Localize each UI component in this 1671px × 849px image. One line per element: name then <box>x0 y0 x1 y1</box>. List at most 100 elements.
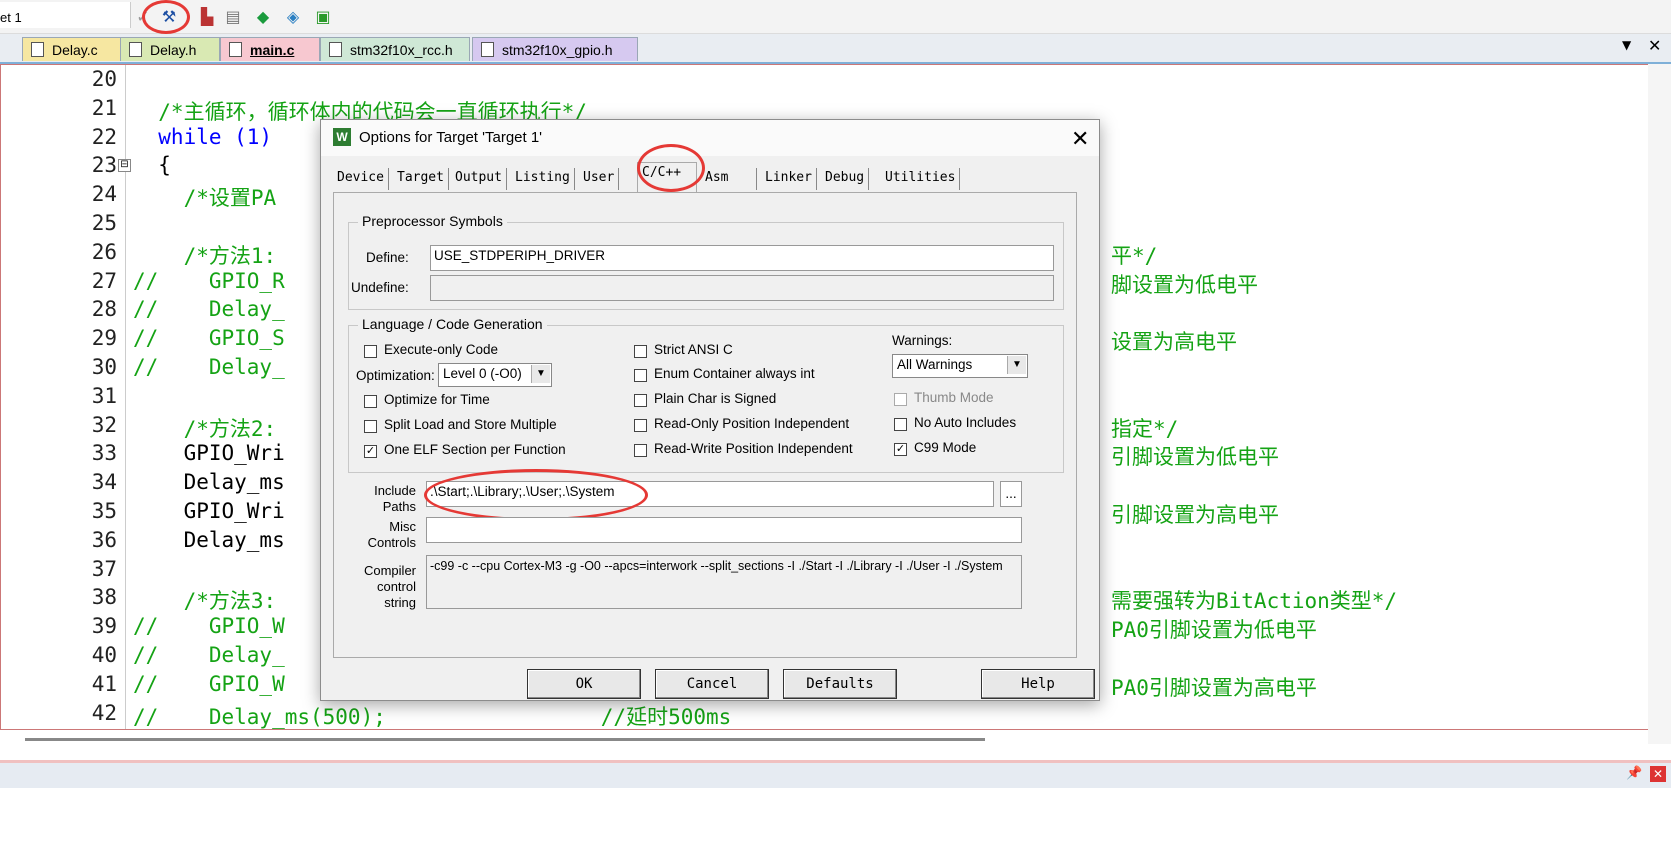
line-number-gutter: 20 21 22 23 24 25 26 27 28 29 30 31 32 33 34 35 36 37 38 39… <box>1 65 125 729</box>
tab-debug[interactable]: Debug <box>821 168 870 190</box>
code-comment-fragment: 平*/ <box>1111 243 1158 268</box>
help-button[interactable]: Help <box>981 669 1095 699</box>
tab-label: Delay.h <box>150 41 197 58</box>
tab-user[interactable]: User <box>579 168 620 190</box>
strict-ansi-checkbox[interactable] <box>634 345 647 358</box>
pin-icon[interactable]: 📌 <box>1626 766 1642 781</box>
options-dialog: W Options for Target 'Target 1' ✕ Device… <box>320 119 1100 701</box>
annotation-ring-options-icon <box>142 0 190 34</box>
code-line: /*方法1: <box>133 243 277 268</box>
line-number: 34 <box>91 470 117 495</box>
file-tab-bar: Delay.c Delay.h main.c stm32f10x_rcc.h s… <box>0 34 1671 64</box>
target-select-label: et 1 <box>0 10 22 25</box>
line-number: 40 <box>91 643 117 667</box>
code-line: // Delay_ <box>133 643 285 667</box>
code-line: /*方法3: <box>133 589 277 614</box>
tab-stm32f10x-rcc-h[interactable]: stm32f10x_rcc.h <box>320 37 470 61</box>
enum-container-label: Enum Container always int <box>654 366 815 381</box>
fold-toggle-icon[interactable]: ⊟ <box>118 159 131 172</box>
annotation-ring-cpp-tab <box>637 144 705 192</box>
split-load-checkbox[interactable] <box>364 420 377 433</box>
cancel-button[interactable]: Cancel <box>655 669 769 699</box>
tab-output[interactable]: Output <box>451 168 507 190</box>
tab-asm[interactable]: Asm <box>701 168 757 190</box>
compiler-control-label: Compiler control string <box>354 563 416 611</box>
undefine-field[interactable] <box>430 275 1054 301</box>
line-number: 29 <box>91 326 117 351</box>
horizontal-scrollbar[interactable] <box>25 738 985 741</box>
code-line: /*设置PA <box>133 186 277 211</box>
line-number: 36 <box>91 527 117 552</box>
tab-stm32f10x-gpio-h[interactable]: stm32f10x_gpio.h <box>472 37 638 61</box>
defaults-button[interactable]: Defaults <box>783 669 897 699</box>
tab-target[interactable]: Target <box>393 168 449 190</box>
code-line: // GPIO_R <box>133 268 285 293</box>
code-line: GPIO_Wri <box>133 499 285 523</box>
line-number: 27 <box>91 268 117 293</box>
line-number: 21 <box>91 95 117 120</box>
warnings-label: Warnings: <box>892 333 953 348</box>
one-elf-checkbox[interactable]: ✓ <box>364 445 377 458</box>
rw-pi-checkbox[interactable] <box>634 444 647 457</box>
code-line: Delay_ms <box>133 470 285 495</box>
tab-linker[interactable]: Linker <box>761 168 817 190</box>
keil-app-icon: W <box>333 128 351 146</box>
define-label: Define: <box>366 250 409 265</box>
tab-delay-h[interactable]: Delay.h <box>120 37 220 61</box>
code-line: // Delay_ <box>133 355 285 379</box>
code-line: GPIO_Wri <box>133 441 285 466</box>
file-extensions-icon[interactable]: ▤ <box>222 5 244 27</box>
target-select[interactable]: et 1 <box>0 2 131 28</box>
plain-char-checkbox[interactable] <box>634 394 647 407</box>
manage-runtime-icon[interactable]: ▣ <box>312 5 334 27</box>
optimize-time-checkbox[interactable] <box>364 395 377 408</box>
manage-project-icon[interactable]: ▙ <box>196 5 218 27</box>
chevron-down-icon: ▼ <box>1007 356 1026 374</box>
include-label-line2: Paths <box>382 499 416 514</box>
tab-main-c[interactable]: main.c <box>220 37 320 61</box>
define-field[interactable]: USE_STDPERIPH_DRIVER <box>430 245 1054 271</box>
misc-controls-field[interactable] <box>426 517 1022 543</box>
close-icon[interactable]: ✕ <box>1071 126 1089 152</box>
tab-label: stm32f10x_gpio.h <box>502 41 613 58</box>
tab-delay-c[interactable]: Delay.c <box>22 37 122 61</box>
line-number: 38 <box>91 585 117 610</box>
code-comment-fragment: 指定*/ <box>1111 416 1179 441</box>
tab-utilities[interactable]: Utilities <box>881 168 961 190</box>
browse-include-button[interactable]: ... <box>1000 481 1022 507</box>
vertical-scrollbar[interactable] <box>1648 64 1671 744</box>
c99-mode-checkbox[interactable]: ✓ <box>894 443 907 456</box>
ro-pi-checkbox[interactable] <box>634 419 647 432</box>
split-load-label: Split Load and Store Multiple <box>384 417 557 432</box>
chevron-down-icon: ▼ <box>531 365 550 383</box>
rw-pi-label: Read-Write Position Independent <box>654 441 853 456</box>
misc-label-line2: Controls <box>367 535 416 550</box>
ro-pi-label: Read-Only Position Independent <box>654 416 850 431</box>
select-packs-icon[interactable]: ◆ <box>252 5 274 27</box>
close-panel-icon[interactable]: ✕ <box>1650 766 1666 782</box>
line-number: 28 <box>91 297 117 322</box>
execute-only-checkbox[interactable] <box>364 345 377 358</box>
ok-button[interactable]: OK <box>527 669 641 699</box>
tab-label: stm32f10x_rcc.h <box>350 41 453 58</box>
optimization-select[interactable]: Level 0 (-O0) ▼ <box>438 363 552 387</box>
code-line: // GPIO_W <box>133 671 285 696</box>
tab-list-dropdown-icon[interactable]: ▼ <box>1622 38 1631 52</box>
no-auto-includes-label: No Auto Includes <box>914 415 1017 430</box>
tab-device[interactable]: Device <box>333 168 389 190</box>
optimize-time-label: Optimize for Time <box>384 392 490 407</box>
tab-listing[interactable]: Listing <box>511 168 575 190</box>
code-line: Delay_ms <box>133 527 285 552</box>
compiler-control-string: -c99 -c --cpu Cortex-M3 -g -O0 --apcs=in… <box>426 555 1022 609</box>
pack-installer-icon[interactable]: ◈ <box>282 5 304 27</box>
compiler-label-line1: Compiler <box>363 563 416 578</box>
no-auto-includes-checkbox[interactable] <box>894 418 907 431</box>
misc-controls-label: Misc Controls <box>354 519 416 551</box>
line-number: 42 <box>91 700 117 725</box>
warnings-select[interactable]: All Warnings ▼ <box>892 354 1028 378</box>
enum-container-checkbox[interactable] <box>634 369 647 382</box>
include-paths-label: Include Paths <box>354 483 416 515</box>
close-tab-icon[interactable]: ✕ <box>1648 36 1661 55</box>
code-comment-fragment: 需要强转为BitAction类型*/ <box>1111 589 1398 614</box>
line-number: 26 <box>91 239 117 264</box>
